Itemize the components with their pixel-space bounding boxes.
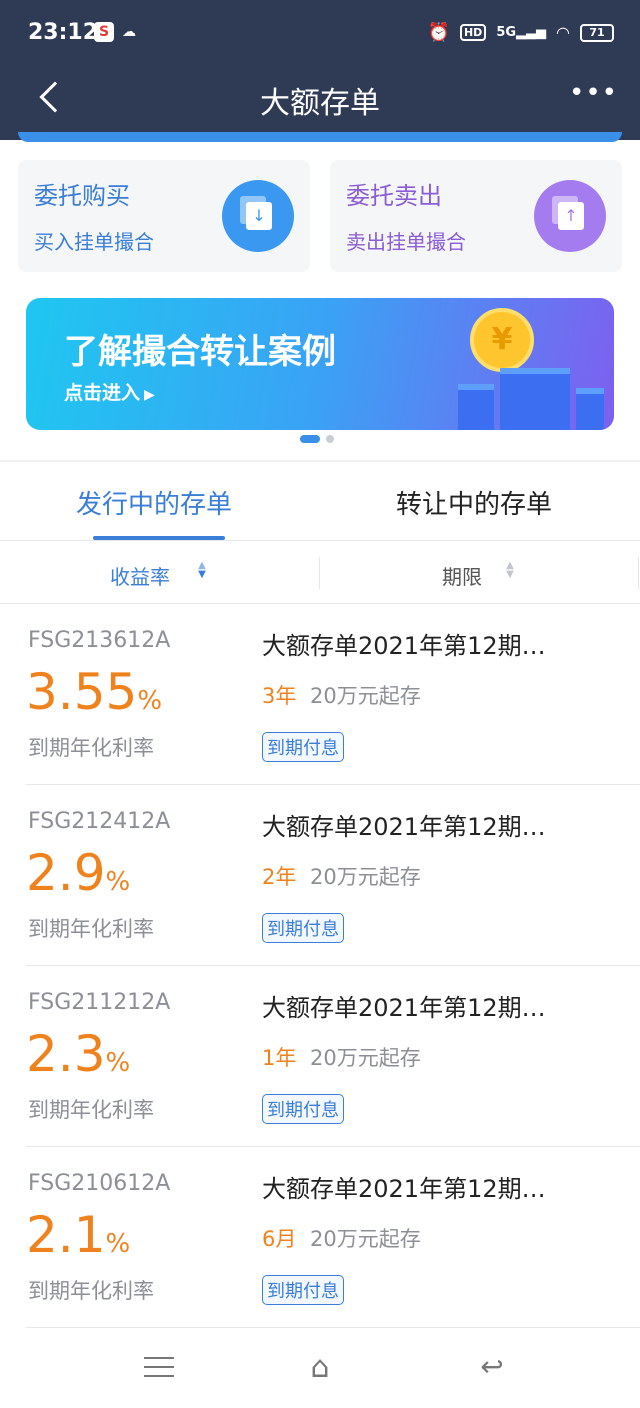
sort-by-yield[interactable]: 收益率	[110, 561, 170, 590]
product-rate: 2.1%	[26, 1203, 130, 1276]
product-code: FSG212412A	[28, 809, 171, 834]
status-bar: 23:12 S ☁ ⏰ HD 5G▂▃▅ ◠ 71	[0, 0, 640, 64]
tab-transferring[interactable]: 转让中的存单	[396, 484, 552, 521]
product-row[interactable]: FSG212412A 2.9% 到期年化利率 大额存单2021年第12期… 2年…	[0, 785, 640, 966]
buy-order-subtitle: 买入挂单撮合	[34, 230, 154, 254]
product-code: FSG210612A	[28, 1171, 171, 1196]
hd-icon: HD	[459, 24, 487, 41]
interest-tag: 到期付息	[262, 732, 344, 762]
network-type: 5G	[496, 25, 517, 40]
product-code: FSG213612A	[28, 628, 171, 653]
doc-front-shape: ↑	[558, 202, 584, 230]
product-name: 大额存单2021年第12期…	[262, 1175, 546, 1203]
battery-icon: 71	[580, 23, 614, 42]
rate-percent: %	[105, 1229, 131, 1259]
app-notification-icon: S	[94, 22, 114, 42]
rate-label: 到期年化利率	[28, 736, 154, 760]
promo-banner[interactable]: 了解撮合转让案例 点击进入 ▶ ¥	[26, 298, 614, 430]
status-time: 23:12	[28, 20, 99, 45]
back-nav-icon[interactable]: ↩	[472, 1350, 512, 1390]
banner-cta[interactable]: 点击进入 ▶	[64, 378, 155, 405]
buy-order-card[interactable]: 委托购买 买入挂单撮合 ↓	[18, 160, 310, 272]
status-right-icons: ⏰ HD 5G▂▃▅ ◠ 71	[428, 22, 614, 43]
sell-order-subtitle: 卖出挂单撮合	[346, 230, 466, 254]
play-arrow-icon: ▶	[144, 387, 155, 403]
product-min-amount: 20万元起存	[310, 684, 421, 708]
cloud-icon: ☁	[122, 24, 136, 40]
banner-block-illustration	[500, 368, 570, 430]
product-row[interactable]: FSG213612A 3.55% 到期年化利率 大额存单2021年第12期… 3…	[0, 604, 640, 785]
product-min-amount: 20万元起存	[310, 1227, 421, 1251]
rate-percent: %	[137, 686, 163, 716]
product-code: FSG211212A	[28, 990, 171, 1015]
upload-doc-icon: ↑	[534, 180, 606, 252]
product-rate: 2.3%	[26, 1022, 130, 1095]
banner-block-illustration	[576, 388, 604, 430]
product-min-amount: 20万元起存	[310, 1046, 421, 1070]
doc-front-shape: ↓	[246, 202, 272, 230]
header-strip	[18, 132, 622, 142]
rate-label: 到期年化利率	[28, 1279, 154, 1303]
product-term: 6月	[262, 1227, 297, 1251]
product-rate: 2.9%	[26, 841, 130, 914]
product-term: 1年	[262, 1046, 297, 1070]
rate-value: 2.1	[26, 1206, 106, 1264]
interest-tag: 到期付息	[262, 913, 344, 943]
sort-arrows-icon[interactable]: ▲ ▼	[504, 561, 516, 581]
product-row[interactable]: FSG210612A 2.1% 到期年化利率 大额存单2021年第12期… 6月…	[0, 1147, 640, 1328]
sort-by-term[interactable]: 期限	[442, 561, 482, 590]
banner-title: 了解撮合转让案例	[64, 332, 336, 372]
home-icon[interactable]: ⌂	[300, 1350, 340, 1390]
pagination-dot-active	[300, 435, 320, 443]
system-nav-bar: ⌂ ↩	[0, 1330, 640, 1408]
sell-order-title: 委托卖出	[346, 182, 442, 210]
product-list: FSG213612A 3.55% 到期年化利率 大额存单2021年第12期… 3…	[0, 604, 640, 1328]
sort-bar: 收益率 ▲ ▼ 期限 ▲ ▼	[0, 541, 640, 603]
tab-bar: 发行中的存单 转让中的存单	[0, 462, 640, 540]
product-name: 大额存单2021年第12期…	[262, 813, 546, 841]
rate-label: 到期年化利率	[28, 1098, 154, 1122]
interest-tag: 到期付息	[262, 1275, 344, 1305]
page-title: 大额存单	[260, 86, 380, 121]
app-header: 23:12 S ☁ ⏰ HD 5G▂▃▅ ◠ 71 大额存单 •••	[0, 0, 640, 140]
product-row[interactable]: FSG211212A 2.3% 到期年化利率 大额存单2021年第12期… 1年…	[0, 966, 640, 1147]
tab-issuing[interactable]: 发行中的存单	[76, 484, 232, 521]
rate-percent: %	[105, 867, 131, 897]
product-rate: 3.55%	[26, 660, 162, 733]
sort-divider	[319, 557, 320, 589]
sort-arrows-icon[interactable]: ▲ ▼	[196, 561, 208, 581]
alarm-icon: ⏰	[427, 22, 450, 43]
sort-divider	[638, 557, 639, 589]
sell-order-card[interactable]: 委托卖出 卖出挂单撮合 ↑	[330, 160, 622, 272]
wifi-icon: ◠	[556, 23, 570, 42]
rate-value: 2.3	[26, 1025, 106, 1083]
product-min-amount: 20万元起存	[310, 865, 421, 889]
download-doc-icon: ↓	[222, 180, 294, 252]
product-name: 大额存单2021年第12期…	[262, 632, 546, 660]
rate-value: 2.9	[26, 844, 106, 902]
rate-label: 到期年化利率	[28, 917, 154, 941]
yen-coin-icon: ¥	[470, 308, 534, 372]
interest-tag: 到期付息	[262, 1094, 344, 1124]
product-name: 大额存单2021年第12期…	[262, 994, 546, 1022]
banner-cta-label: 点击进入	[64, 382, 141, 404]
banner-block-illustration	[458, 384, 494, 430]
banner-pagination	[300, 435, 334, 443]
status-left-icons: S ☁	[94, 22, 136, 42]
product-term: 3年	[262, 684, 297, 708]
product-term: 2年	[262, 865, 297, 889]
row-divider	[26, 1327, 640, 1328]
rate-percent: %	[105, 1048, 131, 1078]
pagination-dot	[326, 435, 334, 443]
more-icon[interactable]: •••	[569, 78, 618, 108]
nav-bar: 大额存单 •••	[0, 64, 640, 136]
signal-icon: 5G▂▃▅	[496, 25, 547, 40]
rate-value: 3.55	[26, 663, 138, 721]
menu-icon[interactable]	[144, 1350, 184, 1390]
buy-order-title: 委托购买	[34, 182, 130, 210]
